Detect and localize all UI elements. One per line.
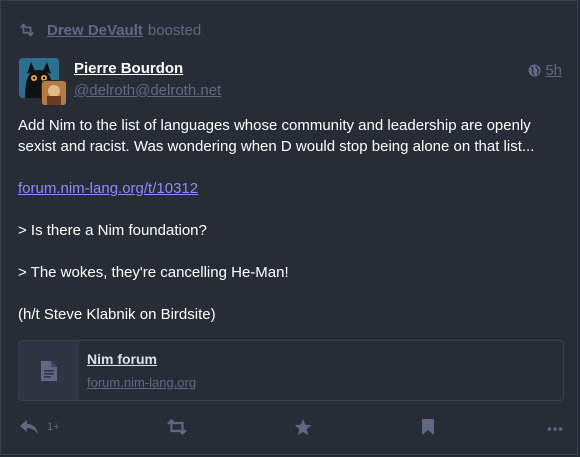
avatar[interactable] bbox=[19, 58, 67, 106]
link-preview-card[interactable]: Nim forum forum.nim-lang.org bbox=[18, 340, 564, 401]
content-link[interactable]: forum.nim-lang.org/t/10312 bbox=[18, 180, 198, 197]
author-handle[interactable]: @delroth@delroth.net bbox=[74, 82, 221, 99]
booster-name-link[interactable]: Drew DeVault bbox=[47, 22, 143, 39]
status-content: Add Nim to the list of languages whose c… bbox=[18, 115, 563, 346]
content-paragraph: (h/t Steve Klabnik on Birdsite) bbox=[18, 306, 216, 323]
globe-icon bbox=[528, 64, 541, 77]
card-thumbnail bbox=[19, 341, 79, 400]
boost-prepend: Drew DeVault boosted bbox=[19, 20, 201, 40]
bookmark-button[interactable] bbox=[422, 419, 434, 435]
star-icon bbox=[294, 419, 312, 436]
boost-label: boosted bbox=[147, 21, 202, 39]
file-icon bbox=[41, 360, 57, 381]
reply-button[interactable]: 1+ bbox=[19, 419, 60, 435]
more-button[interactable] bbox=[547, 419, 563, 435]
content-paragraph: > The wokes, they're cancelling He-Man! bbox=[18, 264, 289, 281]
boost-icon bbox=[20, 23, 34, 37]
boost-button[interactable] bbox=[167, 419, 187, 435]
card-url[interactable]: forum.nim-lang.org bbox=[87, 375, 196, 390]
booster-avatar bbox=[41, 80, 67, 106]
card-body: Nim forum forum.nim-lang.org bbox=[79, 341, 204, 400]
content-paragraph: Add Nim to the list of languages whose c… bbox=[18, 117, 535, 155]
bookmark-icon bbox=[422, 419, 434, 435]
favourite-button[interactable] bbox=[294, 419, 312, 436]
reply-icon bbox=[20, 420, 38, 434]
reply-count: 1+ bbox=[47, 421, 60, 433]
content-link-paragraph: forum.nim-lang.org/t/10312 bbox=[18, 178, 563, 199]
status-time[interactable]: 5h bbox=[545, 62, 562, 79]
author-display-name[interactable]: Pierre Bourdon bbox=[74, 60, 183, 77]
status-card: Drew DeVault boosted Pierre Bourdon @del… bbox=[0, 0, 578, 455]
content-paragraph: > Is there a Nim foundation? bbox=[18, 222, 207, 239]
boost-icon bbox=[167, 419, 187, 435]
action-bar: 1+ bbox=[19, 419, 563, 441]
more-icon bbox=[547, 427, 563, 431]
card-title[interactable]: Nim forum bbox=[87, 351, 196, 367]
status-timestamp[interactable]: 5h bbox=[528, 62, 562, 79]
